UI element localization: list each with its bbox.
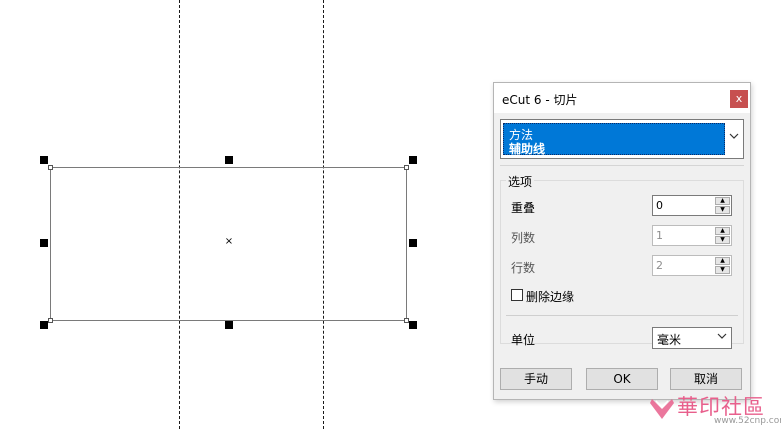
resize-handle-left[interactable] [40, 239, 48, 247]
rows-increment-button[interactable]: ▲ [715, 257, 730, 265]
canvas[interactable]: × [0, 0, 490, 429]
divider [500, 165, 744, 166]
resize-handle-bottom-left[interactable] [40, 321, 48, 329]
chevron-down-icon[interactable] [717, 332, 727, 343]
resize-handle-top[interactable] [225, 156, 233, 164]
overlap-stepper[interactable]: 0 ▲ ▼ [652, 195, 732, 216]
resize-handle-bottom-right[interactable] [409, 321, 417, 329]
options-group-title: 选项 [506, 173, 535, 190]
rows-value[interactable]: 2 [656, 259, 663, 272]
method-select[interactable]: 方法 辅助线 [500, 119, 744, 159]
rows-decrement-button[interactable]: ▼ [715, 266, 730, 274]
corner-node [48, 318, 53, 323]
rows-label: 行数 [511, 261, 536, 275]
resize-handle-right[interactable] [409, 239, 417, 247]
resize-handle-top-right[interactable] [409, 156, 417, 164]
dialog-title: eCut 6 - 切片 [502, 93, 578, 107]
resize-handle-top-left[interactable] [40, 156, 48, 164]
ok-button[interactable]: OK [586, 368, 658, 390]
cancel-button[interactable]: 取消 [670, 368, 742, 390]
columns-value[interactable]: 1 [656, 229, 663, 242]
chevron-down-icon[interactable] [729, 132, 739, 143]
watermark-logo-icon [650, 399, 674, 419]
unit-select[interactable]: 毫米 [652, 327, 732, 349]
unit-value: 毫米 [657, 333, 682, 347]
resize-handle-bottom[interactable] [225, 321, 233, 329]
corner-node [48, 165, 53, 170]
delete-edges-label[interactable]: 删除边缘 [526, 288, 574, 305]
overlap-increment-button[interactable]: ▲ [715, 197, 730, 205]
method-value: 辅助线 [509, 142, 546, 156]
close-icon: x [735, 92, 743, 105]
close-button[interactable]: x [730, 90, 748, 108]
columns-decrement-button[interactable]: ▼ [715, 236, 730, 244]
unit-label: 单位 [511, 333, 536, 347]
columns-stepper[interactable]: 1 ▲ ▼ [652, 225, 732, 246]
overlap-label: 重叠 [511, 201, 536, 215]
delete-edges-checkbox[interactable] [511, 289, 523, 301]
overlap-value[interactable]: 0 [656, 199, 663, 212]
columns-label: 列数 [511, 231, 536, 245]
method-selected-item[interactable]: 方法 辅助线 [503, 123, 725, 156]
columns-increment-button[interactable]: ▲ [715, 227, 730, 235]
watermark: 華印社區 www.52cnp.com [650, 391, 781, 429]
corner-node [404, 165, 409, 170]
rows-stepper[interactable]: 2 ▲ ▼ [652, 255, 732, 276]
center-marker-icon: × [224, 236, 234, 247]
slice-dialog: eCut 6 - 切片 x 方法 辅助线 选项 重叠 0 ▲ ▼ 列数 1 ▲ … [493, 82, 751, 400]
divider [506, 315, 738, 316]
overlap-decrement-button[interactable]: ▼ [715, 206, 730, 214]
manual-button[interactable]: 手动 [500, 368, 572, 390]
watermark-url: www.52cnp.com [714, 416, 781, 426]
dialog-titlebar[interactable]: eCut 6 - 切片 x [494, 83, 750, 113]
